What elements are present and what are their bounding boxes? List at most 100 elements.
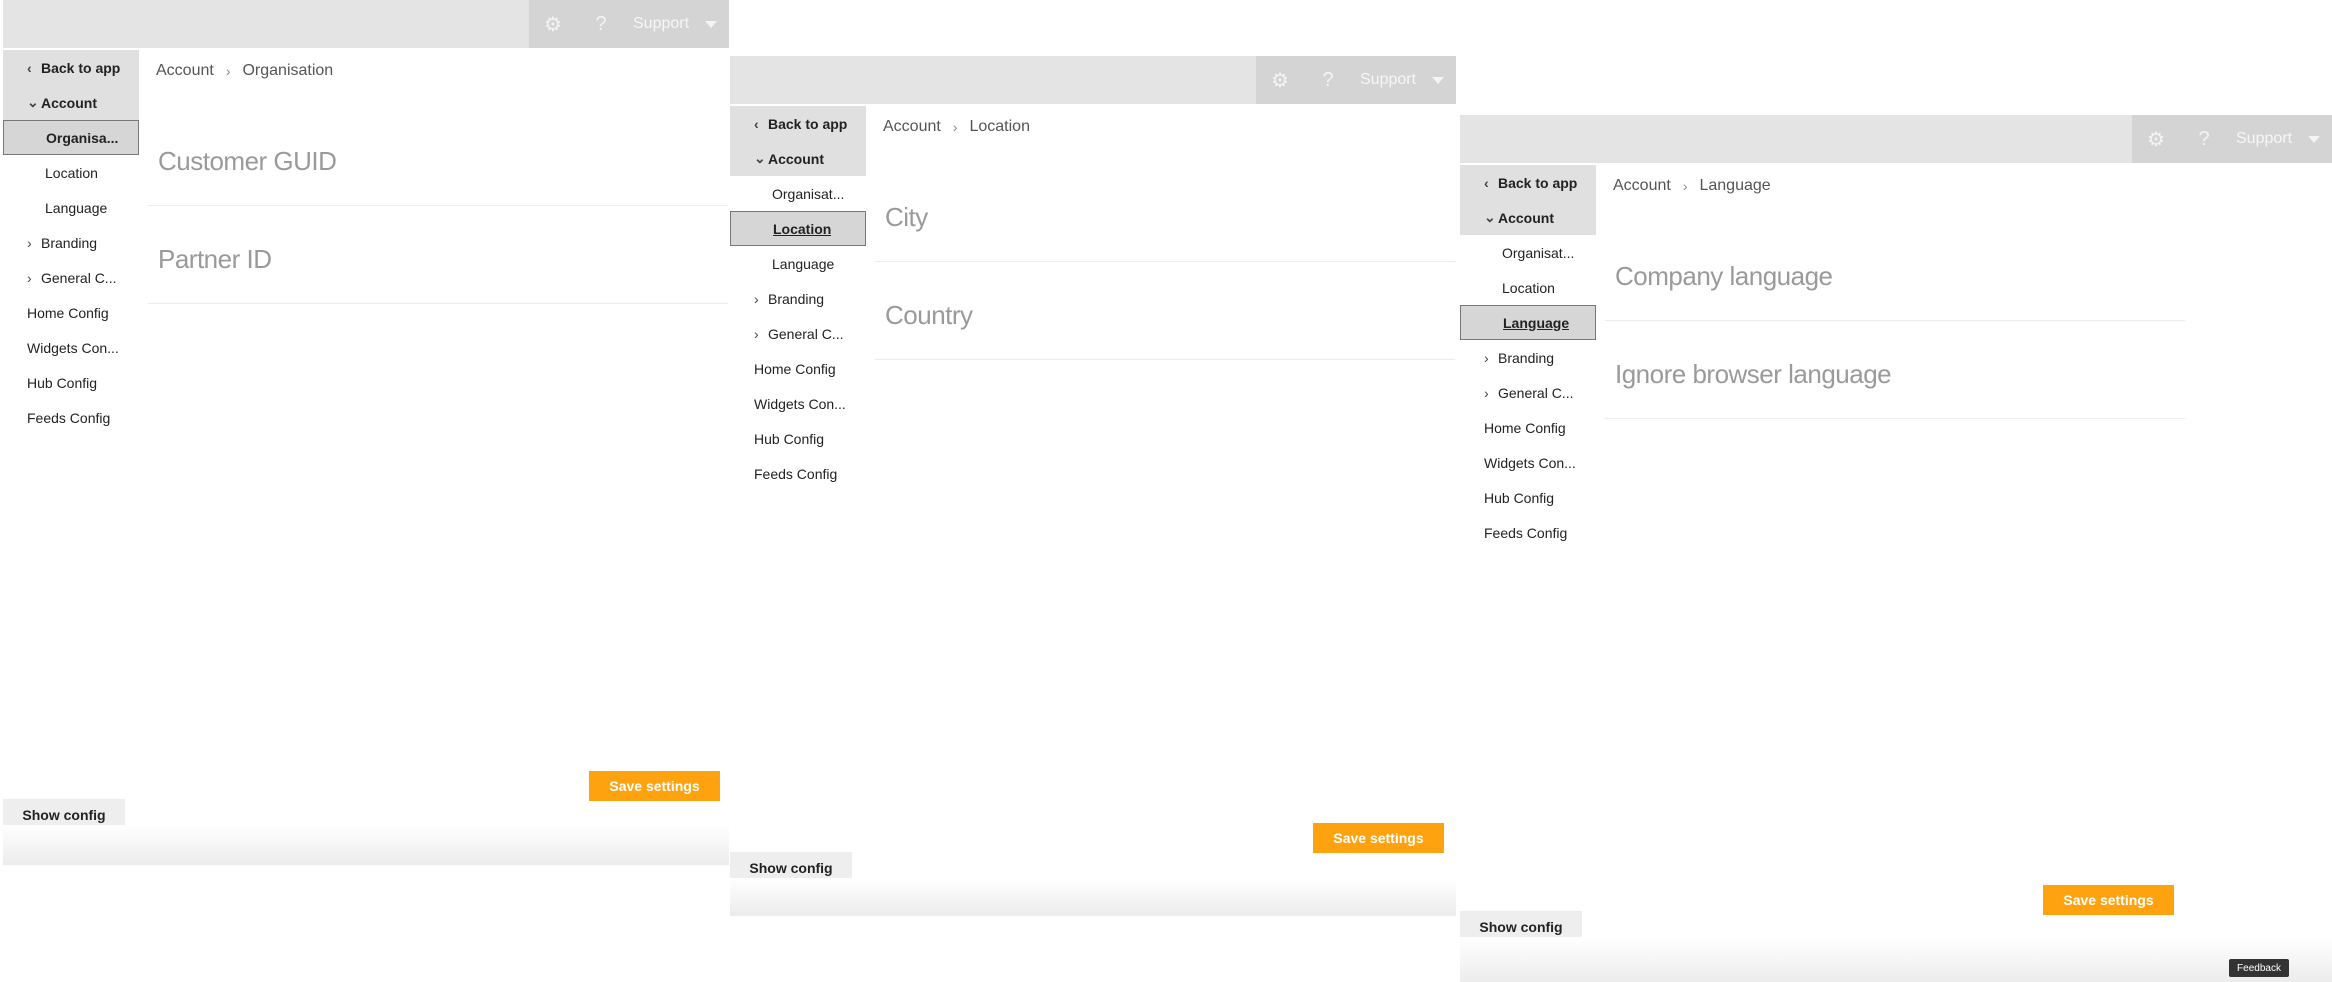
chevron-right-icon: › bbox=[225, 63, 231, 79]
chevron-right-icon: › bbox=[1484, 384, 1489, 401]
sidebar-item-feeds-config[interactable]: Feeds Config bbox=[730, 456, 866, 491]
sidebar-item-branding[interactable]: › Branding bbox=[730, 281, 866, 316]
breadcrumb-root[interactable]: Account bbox=[883, 118, 941, 136]
help-icon[interactable]: ? bbox=[1304, 56, 1352, 104]
sidebar-item-label: Account bbox=[1498, 209, 1554, 226]
chevron-left-icon: ‹ bbox=[1484, 174, 1489, 191]
setting-field-country[interactable]: Country bbox=[875, 262, 1455, 360]
sidebar-item-account[interactable]: ⌄ Account bbox=[3, 85, 139, 120]
support-menu[interactable]: Support bbox=[1360, 71, 1445, 89]
sidebar-item-label: Home Config bbox=[27, 304, 109, 321]
sidebar-item-general-config[interactable]: › General C... bbox=[730, 316, 866, 351]
caret-down-icon bbox=[705, 20, 718, 28]
sidebar-item-label: Account bbox=[41, 94, 97, 111]
breadcrumb-root[interactable]: Account bbox=[1613, 177, 1671, 195]
save-settings-button[interactable]: Save settings bbox=[2043, 885, 2174, 915]
sidebar-item-account[interactable]: ⌄ Account bbox=[730, 141, 866, 176]
support-menu[interactable]: Support bbox=[633, 15, 718, 33]
breadcrumb: Account › Language bbox=[1613, 177, 1771, 195]
sidebar-item-label: Account bbox=[768, 150, 824, 167]
sidebar-item-location[interactable]: Location bbox=[730, 211, 866, 246]
sidebar-item-general-config[interactable]: › General C... bbox=[3, 260, 139, 295]
sidebar-item-organisation[interactable]: Organisat... bbox=[1460, 235, 1596, 270]
sidebar-item-feeds-config[interactable]: Feeds Config bbox=[1460, 515, 1596, 550]
sidebar-item-language[interactable]: Language bbox=[1460, 305, 1596, 340]
chevron-right-icon: › bbox=[754, 325, 759, 342]
back-to-app-link[interactable]: ‹ Back to app bbox=[730, 106, 866, 141]
top-bar: ⚙ ? Support bbox=[730, 56, 1456, 104]
breadcrumb-current: Organisation bbox=[242, 62, 334, 79]
breadcrumb-root[interactable]: Account bbox=[156, 62, 214, 80]
sidebar-item-hub-config[interactable]: Hub Config bbox=[3, 365, 139, 400]
sidebar-item-home-config[interactable]: Home Config bbox=[1460, 410, 1596, 445]
sidebar-item-widgets-config[interactable]: Widgets Con... bbox=[3, 330, 139, 365]
setting-field-label: Company language bbox=[1615, 261, 1833, 291]
footer-shadow bbox=[3, 825, 729, 865]
setting-field-partner-id[interactable]: Partner ID bbox=[148, 206, 728, 304]
chevron-left-icon: ‹ bbox=[27, 59, 32, 76]
sidebar-header-group: ‹ Back to app ⌄ Account bbox=[1460, 165, 1596, 235]
sidebar-item-location[interactable]: Location bbox=[3, 155, 139, 190]
sidebar-item-label: Feeds Config bbox=[754, 465, 838, 482]
chevron-right-icon: › bbox=[1484, 349, 1489, 366]
gear-icon[interactable]: ⚙ bbox=[1256, 56, 1304, 104]
sidebar-item-organisation[interactable]: Organisat... bbox=[730, 176, 866, 211]
sidebar-item-hub-config[interactable]: Hub Config bbox=[730, 421, 866, 456]
sidebar: ‹ Back to app ⌄ Account Organisat... Loc… bbox=[1460, 165, 1596, 925]
chevron-right-icon: › bbox=[754, 290, 759, 307]
setting-field-label: Customer GUID bbox=[158, 146, 337, 176]
sidebar-item-branding[interactable]: › Branding bbox=[3, 225, 139, 260]
back-to-app-label: Back to app bbox=[1498, 174, 1578, 191]
sidebar-item-label: Location bbox=[773, 220, 832, 237]
chevron-right-icon: › bbox=[27, 269, 32, 286]
help-icon[interactable]: ? bbox=[577, 0, 625, 48]
sidebar-item-branding[interactable]: › Branding bbox=[1460, 340, 1596, 375]
sidebar-item-label: Branding bbox=[768, 290, 825, 307]
sidebar-item-label: Feeds Config bbox=[1484, 524, 1568, 541]
sidebar-item-location[interactable]: Location bbox=[1460, 270, 1596, 305]
sidebar-item-home-config[interactable]: Home Config bbox=[730, 351, 866, 386]
save-settings-button[interactable]: Save settings bbox=[1313, 823, 1444, 853]
back-to-app-link[interactable]: ‹ Back to app bbox=[1460, 165, 1596, 200]
sidebar-item-label: Hub Config bbox=[27, 374, 98, 391]
sidebar-item-hub-config[interactable]: Hub Config bbox=[1460, 480, 1596, 515]
sidebar-item-feeds-config[interactable]: Feeds Config bbox=[3, 400, 139, 435]
setting-field-label: Country bbox=[885, 300, 973, 330]
settings-window-location: ⚙ ? Support ‹ Back to app ⌄ Account Orga… bbox=[730, 56, 1460, 916]
top-bar-actions: ⚙ ? Support bbox=[529, 0, 729, 48]
breadcrumb: Account › Organisation bbox=[156, 62, 333, 80]
sidebar: ‹ Back to app ⌄ Account Organisa... Loca… bbox=[3, 50, 139, 810]
sidebar-item-organisation[interactable]: Organisa... bbox=[3, 120, 139, 155]
support-label: Support bbox=[1360, 71, 1417, 88]
setting-field-label: Ignore browser language bbox=[1615, 359, 1892, 389]
sidebar-item-label: Feeds Config bbox=[27, 409, 111, 426]
chevron-left-icon: ‹ bbox=[754, 115, 759, 132]
feedback-button[interactable]: Feedback bbox=[2229, 959, 2289, 977]
sidebar-item-label: Organisa... bbox=[46, 129, 119, 146]
gear-icon[interactable]: ⚙ bbox=[2132, 115, 2180, 163]
sidebar: ‹ Back to app ⌄ Account Organisat... Loc… bbox=[730, 106, 866, 866]
sidebar-item-widgets-config[interactable]: Widgets Con... bbox=[730, 386, 866, 421]
setting-field-ignore-browser-language[interactable]: Ignore browser language bbox=[1605, 321, 2185, 419]
gear-icon[interactable]: ⚙ bbox=[529, 0, 577, 48]
sidebar-item-language[interactable]: Language bbox=[730, 246, 866, 281]
save-settings-button[interactable]: Save settings bbox=[589, 771, 720, 801]
back-to-app-link[interactable]: ‹ Back to app bbox=[3, 50, 139, 85]
sidebar-item-label: Widgets Con... bbox=[754, 395, 846, 412]
sidebar-item-home-config[interactable]: Home Config bbox=[3, 295, 139, 330]
setting-field-city[interactable]: City bbox=[875, 164, 1455, 262]
setting-field-company-language[interactable]: Company language bbox=[1605, 223, 2185, 321]
sidebar-item-widgets-config[interactable]: Widgets Con... bbox=[1460, 445, 1596, 480]
help-icon[interactable]: ? bbox=[2180, 115, 2228, 163]
footer-shadow bbox=[730, 878, 1456, 916]
sidebar-item-label: Location bbox=[1502, 279, 1555, 296]
support-menu[interactable]: Support bbox=[2236, 130, 2321, 148]
setting-field-customer-guid[interactable]: Customer GUID bbox=[148, 108, 728, 206]
sidebar-item-label: General C... bbox=[41, 269, 117, 286]
sidebar-item-label: Language bbox=[1503, 314, 1570, 331]
sidebar-item-account[interactable]: ⌄ Account bbox=[1460, 200, 1596, 235]
sidebar-item-label: Branding bbox=[41, 234, 98, 251]
sidebar-item-general-config[interactable]: › General C... bbox=[1460, 375, 1596, 410]
main-content: Account › Location City Country bbox=[875, 106, 1455, 826]
sidebar-item-language[interactable]: Language bbox=[3, 190, 139, 225]
